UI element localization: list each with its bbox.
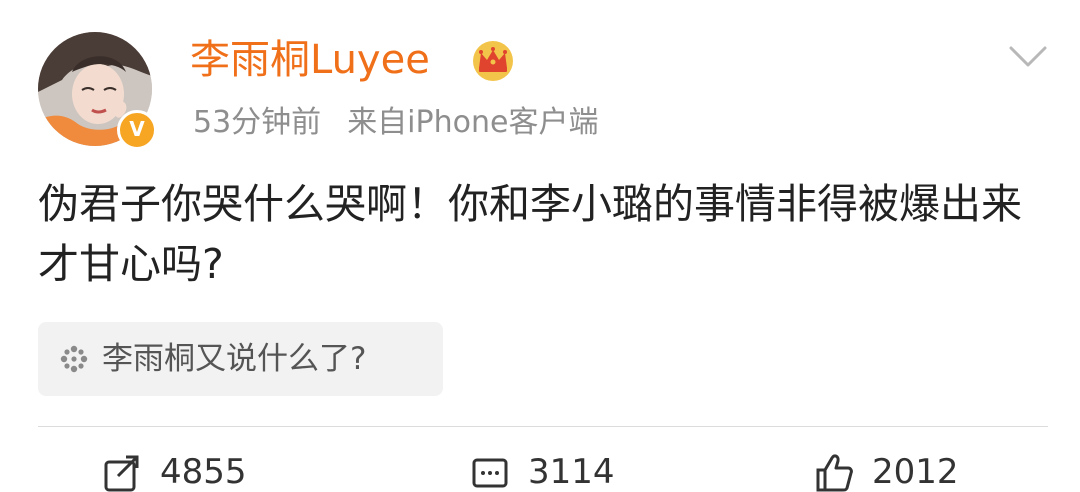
repost-count: 4855 — [160, 452, 247, 492]
comment-button[interactable]: 3114 — [470, 452, 670, 492]
comment-icon — [472, 458, 508, 488]
chevron-down-icon[interactable] — [1008, 44, 1048, 70]
sparkle-icon — [60, 345, 88, 373]
like-button[interactable]: 2012 — [814, 452, 1014, 492]
crown-icon[interactable] — [470, 40, 516, 82]
like-count: 2012 — [872, 452, 959, 492]
post-text: 伪君子你哭什么哭啊！你和李小璐的事情非得被爆出来才甘心吗? — [38, 180, 1022, 288]
thumbs-up-icon — [816, 454, 853, 492]
post-time: 53分钟前 — [193, 105, 322, 140]
topic-card[interactable]: 李雨桐又说什么了? — [38, 322, 443, 396]
comment-count: 3114 — [528, 452, 615, 492]
verified-badge: V — [117, 110, 157, 150]
post-source[interactable]: 来自iPhone客户端 — [347, 105, 598, 140]
post-meta: 53分钟前 来自iPhone客户端 — [193, 101, 598, 145]
author-name[interactable]: 李雨桐Luyee — [190, 32, 430, 88]
topic-label: 李雨桐又说什么了? — [102, 341, 367, 377]
repost-button[interactable]: 4855 — [102, 452, 302, 492]
divider — [38, 426, 1048, 427]
repost-icon — [104, 455, 139, 492]
